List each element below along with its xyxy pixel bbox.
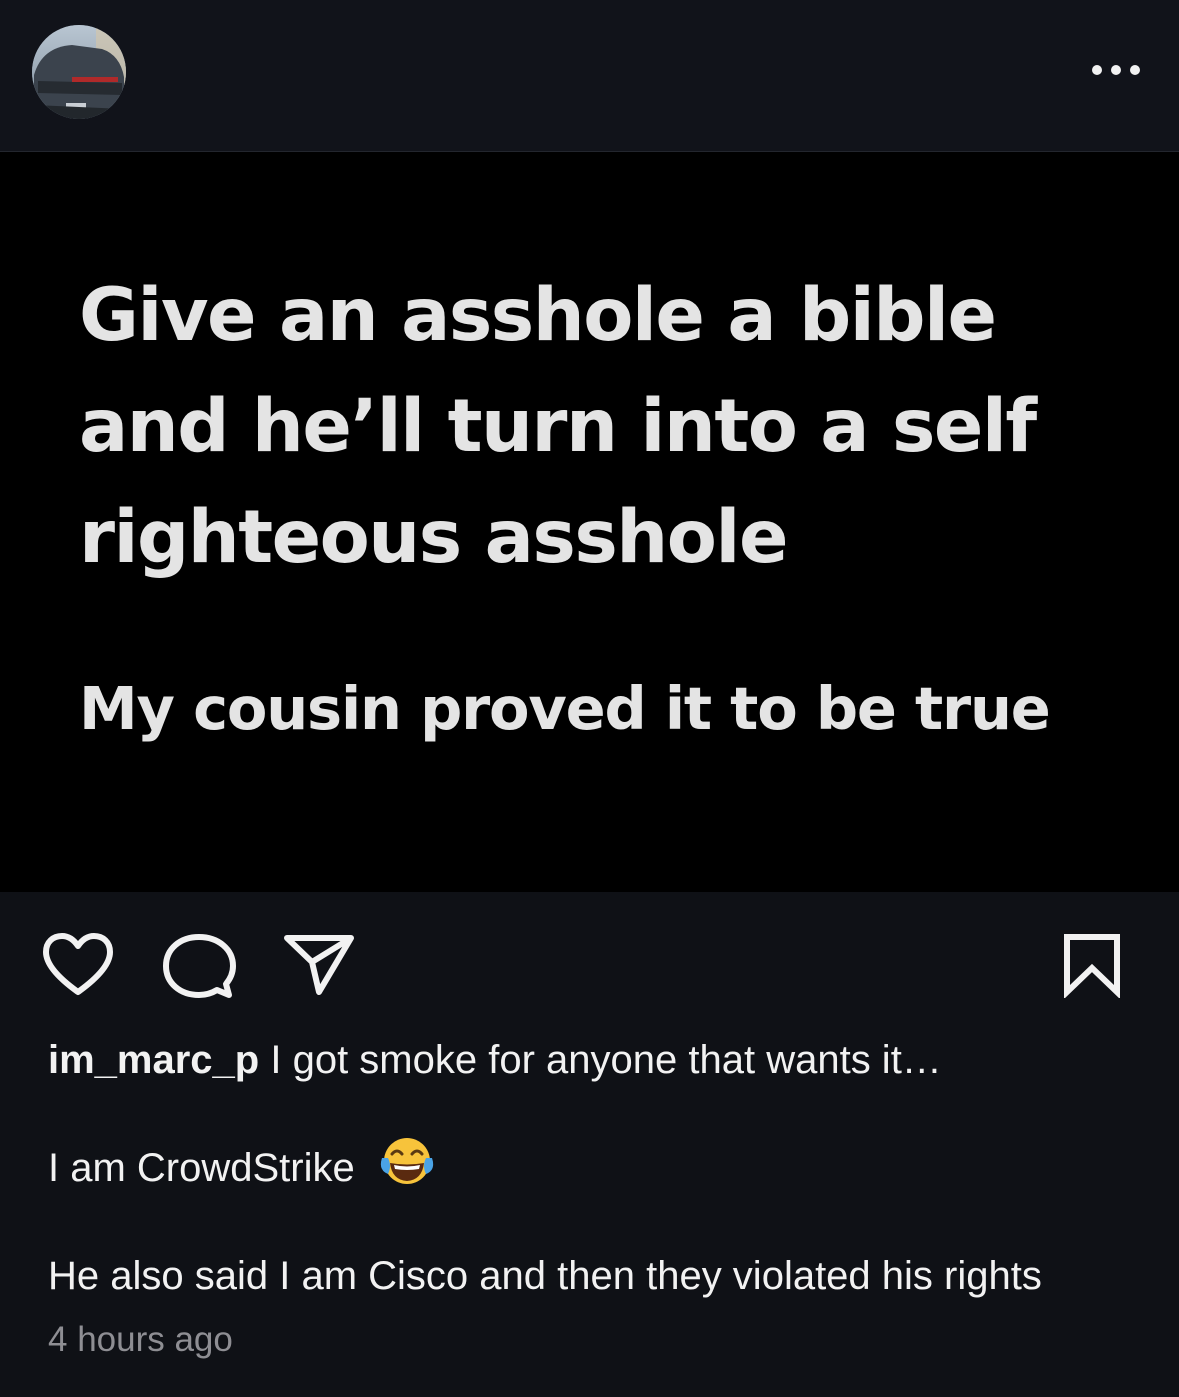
caption-username[interactable]: im_marc_p (48, 1038, 259, 1082)
post-quote-text: Give an asshole a bible and he’ll turn i… (79, 273, 1037, 580)
like-button[interactable] (40, 932, 116, 998)
post-timestamp[interactable]: 4 hours ago (48, 1318, 233, 1362)
more-options-button[interactable] (1091, 58, 1141, 82)
caption-line-2: I am CrowdStrike (48, 1138, 1158, 1197)
send-icon (284, 935, 354, 995)
comment-button[interactable] (162, 932, 236, 1000)
caption-line-3: He also said I am Cisco and then they vi… (48, 1254, 1042, 1298)
caption-text: I got smoke for anyone that wants it… (270, 1038, 942, 1082)
post-image[interactable]: Give an asshole a bible and he’ll turn i… (0, 152, 1179, 892)
post-subquote-text: My cousin proved it to be true (79, 674, 1051, 743)
avatar-image (32, 25, 126, 119)
action-bar (0, 892, 1179, 1022)
avatar[interactable] (32, 25, 126, 119)
caption: im_marc_p I got smoke for anyone that wa… (48, 1036, 1148, 1084)
post-header (0, 0, 1179, 152)
caption-line-2-text: I am CrowdStrike (48, 1146, 355, 1191)
post-screen: Give an asshole a bible and he’ll turn i… (0, 0, 1179, 1397)
face-with-tears-of-joy-emoji (380, 1136, 434, 1197)
comment-icon (163, 934, 236, 998)
heart-icon (43, 933, 113, 995)
share-button[interactable] (282, 932, 356, 996)
bookmark-icon (1064, 934, 1120, 998)
save-button[interactable] (1062, 932, 1122, 998)
more-horizontal-icon (1092, 65, 1140, 75)
